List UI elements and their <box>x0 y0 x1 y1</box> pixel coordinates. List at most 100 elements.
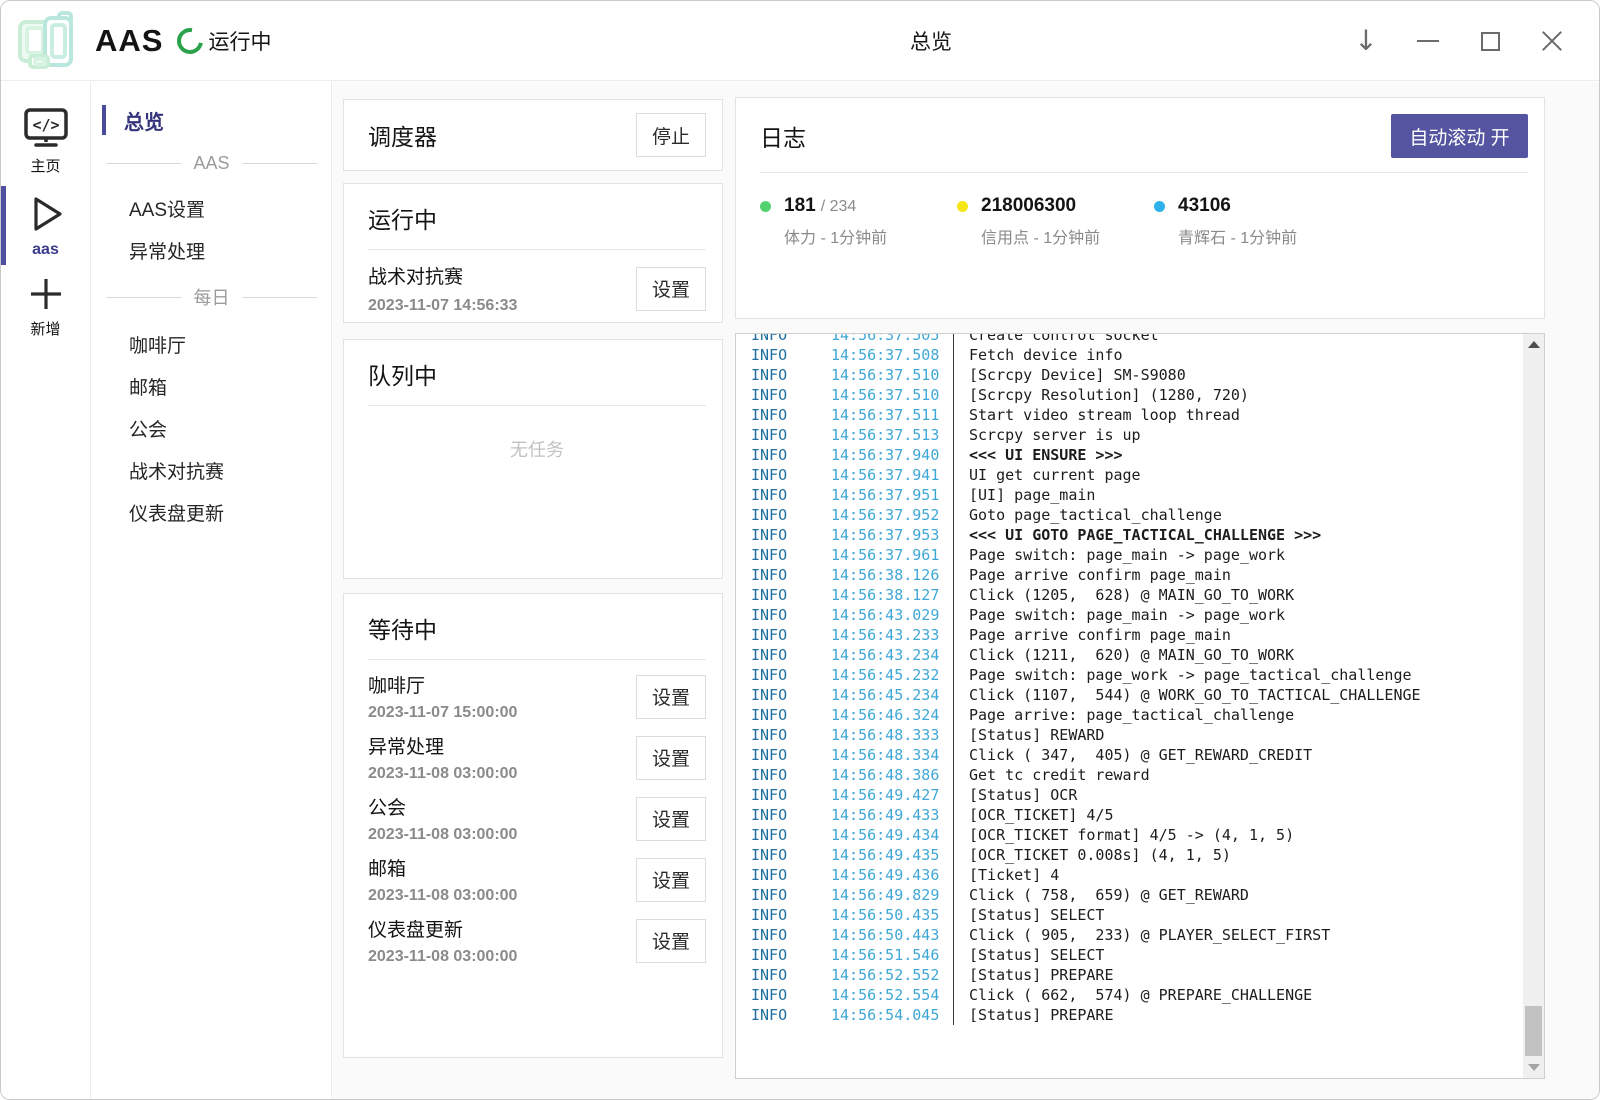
log-line: INFO 14:56:37.505 Create control socket <box>751 333 1520 345</box>
log-timestamp: 14:56:43.029 <box>831 605 953 625</box>
log-message: Click ( 905, 233) @ PLAYER_SELECT_FIRST <box>953 925 1330 945</box>
log-timestamp: 14:56:38.126 <box>831 565 953 585</box>
running-task-time: 2023-11-07 14:56:33 <box>368 297 517 315</box>
sidebar-item[interactable]: 邮箱 <box>92 365 331 407</box>
log-level: INFO <box>751 805 831 825</box>
log-level: INFO <box>751 485 831 505</box>
resource-stat: 43106 青辉石 - 1分钟前 <box>1154 195 1351 248</box>
log-timestamp: 14:56:51.546 <box>831 945 953 965</box>
log-message: [Status] PREPARE <box>953 965 1114 985</box>
settings-button[interactable]: 设置 <box>636 736 706 780</box>
log-message: Page switch: page_main -> page_work <box>953 605 1285 625</box>
settings-button[interactable]: 设置 <box>636 919 706 963</box>
log-scrollbar[interactable] <box>1523 334 1544 1078</box>
log-level: INFO <box>751 585 831 605</box>
scrollbar-thumb[interactable] <box>1525 1006 1542 1056</box>
stat-label: 青辉石 - 1分钟前 <box>1178 224 1297 248</box>
log-line: INFO 14:56:37.941 UI get current page <box>751 465 1520 485</box>
settings-button[interactable]: 设置 <box>636 858 706 902</box>
scroll-down-button[interactable] <box>1523 1059 1544 1076</box>
waiting-task-list: 咖啡厅 2023-11-07 15:00:00 设置 异常处理 2023-11-… <box>368 666 706 971</box>
status-dot-icon <box>957 201 968 212</box>
scheduler-title: 调度器 <box>368 118 437 152</box>
maximize-button[interactable] <box>1477 28 1503 54</box>
sidebar-item-home[interactable]: </> 主页 <box>1 98 90 184</box>
log-line: INFO 14:56:37.510 [Scrcpy Resolution] (1… <box>751 385 1520 405</box>
autoscroll-toggle-button[interactable]: 自动滚动 开 <box>1391 114 1528 158</box>
log-timestamp: 14:56:49.434 <box>831 825 953 845</box>
log-timestamp: 14:56:48.333 <box>831 725 953 745</box>
log-line: INFO 14:56:49.427 [Status] OCR <box>751 785 1520 805</box>
sidebar-item[interactable]: 仪表盘更新 <box>92 491 331 533</box>
log-line: INFO 14:56:43.233 Page arrive confirm pa… <box>751 625 1520 645</box>
log-timestamp: 14:56:37.508 <box>831 345 953 365</box>
log-message: Click ( 758, 659) @ GET_REWARD <box>953 885 1249 905</box>
minimize-button[interactable] <box>1415 28 1441 54</box>
log-line: INFO 14:56:43.029 Page switch: page_main… <box>751 605 1520 625</box>
log-line: INFO 14:56:49.433 [OCR_TICKET] 4/5 <box>751 805 1520 825</box>
download-button[interactable]: ↓ <box>1353 28 1379 54</box>
log-timestamp: 14:56:48.334 <box>831 745 953 765</box>
primary-sidebar: </> 主页 aas 新增 <box>1 82 91 1099</box>
waiting-task-time: 2023-11-08 03:00:00 <box>368 887 517 905</box>
waiting-task-name: 公会 <box>368 793 517 820</box>
log-line: INFO 14:56:46.324 Page arrive: page_tact… <box>751 705 1520 725</box>
log-message: Page arrive: page_tactical_challenge <box>953 705 1294 725</box>
log-line: INFO 14:56:37.508 Fetch device info <box>751 345 1520 365</box>
sidebar-item[interactable]: 咖啡厅 <box>92 323 331 365</box>
log-message: [UI] page_main <box>953 485 1095 505</box>
log-level: INFO <box>751 385 831 405</box>
log-timestamp: 14:56:37.510 <box>831 365 953 385</box>
log-message: [OCR_TICKET 0.008s] (4, 1, 5) <box>953 845 1231 865</box>
log-timestamp: 14:56:50.435 <box>831 905 953 925</box>
log-level: INFO <box>751 565 831 585</box>
settings-button[interactable]: 设置 <box>636 675 706 719</box>
log-message: Page switch: page_work -> page_tactical_… <box>953 665 1412 685</box>
sidebar-item[interactable]: 战术对抗赛 <box>92 449 331 491</box>
log-timestamp: 14:56:37.961 <box>831 545 953 565</box>
log-timestamp: 14:56:37.505 <box>831 333 953 345</box>
secondary-sidebar: 总览 AAS AAS设置异常处理 每日 咖啡厅邮箱公会战术对抗赛仪表盘更新 <box>92 82 332 1099</box>
scheduler-card: 调度器 停止 <box>343 99 723 171</box>
stop-button[interactable]: 停止 <box>636 113 706 157</box>
log-line: INFO 14:56:49.436 [Ticket] 4 <box>751 865 1520 885</box>
log-panel[interactable]: INFO 14:56:37.505 Create control socket … <box>735 333 1545 1079</box>
log-line: INFO 14:56:37.513 Scrcpy server is up <box>751 425 1520 445</box>
waiting-task-time: 2023-11-07 15:00:00 <box>368 704 517 722</box>
log-level: INFO <box>751 985 831 1005</box>
log-level: INFO <box>751 1005 831 1025</box>
settings-button[interactable]: 设置 <box>636 797 706 841</box>
scroll-up-button[interactable] <box>1523 336 1544 353</box>
log-line: INFO 14:56:48.386 Get tc credit reward <box>751 765 1520 785</box>
log-message: [Status] REWARD <box>953 725 1104 745</box>
log-level: INFO <box>751 605 831 625</box>
sidebar-item[interactable]: 异常处理 <box>92 229 331 271</box>
settings-button[interactable]: 设置 <box>636 267 706 311</box>
log-level: INFO <box>751 465 831 485</box>
log-message: Page arrive confirm page_main <box>953 625 1231 645</box>
sidebar-item-overview[interactable]: 总览 <box>92 100 331 140</box>
log-message: <<< UI ENSURE >>> <box>953 445 1123 465</box>
log-message: Start video stream loop thread <box>953 405 1240 425</box>
log-message: [Status] PREPARE <box>953 1005 1114 1025</box>
log-timestamp: 14:56:37.941 <box>831 465 953 485</box>
waiting-task-time: 2023-11-08 03:00:00 <box>368 826 517 844</box>
log-timestamp: 14:56:45.234 <box>831 685 953 705</box>
log-message: [Ticket] 4 <box>953 865 1059 885</box>
log-timestamp: 14:56:43.233 <box>831 625 953 645</box>
log-line: INFO 14:56:45.232 Page switch: page_work… <box>751 665 1520 685</box>
log-message: UI get current page <box>953 465 1141 485</box>
stat-value: 181 <box>784 195 816 217</box>
log-line: INFO 14:56:49.829 Click ( 758, 659) @ GE… <box>751 885 1520 905</box>
log-level: INFO <box>751 645 831 665</box>
sidebar-group-divider-daily: 每日 <box>106 284 317 310</box>
log-timestamp: 14:56:52.554 <box>831 985 953 1005</box>
sidebar-item-add[interactable]: 新增 <box>1 267 90 347</box>
sidebar-item[interactable]: AAS设置 <box>92 187 331 229</box>
queue-title: 队列中 <box>368 363 437 389</box>
minimize-icon <box>1417 40 1439 42</box>
sidebar-item[interactable]: 公会 <box>92 407 331 449</box>
sidebar-item-aas[interactable]: aas <box>1 184 90 267</box>
page-title: 总览 <box>910 26 952 56</box>
close-button[interactable] <box>1539 28 1565 54</box>
